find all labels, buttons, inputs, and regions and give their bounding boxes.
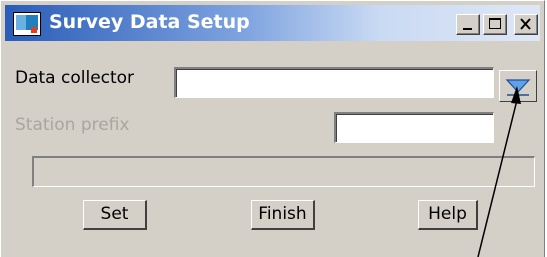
set-button[interactable]: Set bbox=[83, 200, 147, 230]
finish-button[interactable]: Finish bbox=[251, 200, 315, 230]
station-prefix-label: Station prefix bbox=[15, 115, 130, 135]
close-button[interactable] bbox=[514, 14, 538, 35]
chevron-down-icon bbox=[505, 79, 531, 96]
maximize-icon bbox=[489, 18, 501, 29]
close-icon bbox=[520, 18, 531, 30]
data-collector-dropdown-button[interactable] bbox=[499, 70, 537, 102]
data-collector-label: Data collector bbox=[15, 68, 135, 88]
help-button[interactable]: Help bbox=[418, 200, 478, 230]
data-collector-field[interactable] bbox=[174, 67, 494, 98]
station-prefix-field[interactable] bbox=[334, 112, 494, 143]
window-title: Survey Data Setup bbox=[49, 11, 250, 33]
maximize-button[interactable] bbox=[483, 14, 507, 35]
window-app-icon[interactable] bbox=[13, 12, 41, 36]
minimize-icon bbox=[463, 28, 472, 30]
status-bar bbox=[32, 156, 535, 187]
survey-data-setup-window: Survey Data Setup Data collector Station… bbox=[0, 0, 545, 257]
title-bar[interactable]: Survey Data Setup bbox=[5, 5, 540, 41]
minimize-button[interactable] bbox=[456, 14, 480, 35]
